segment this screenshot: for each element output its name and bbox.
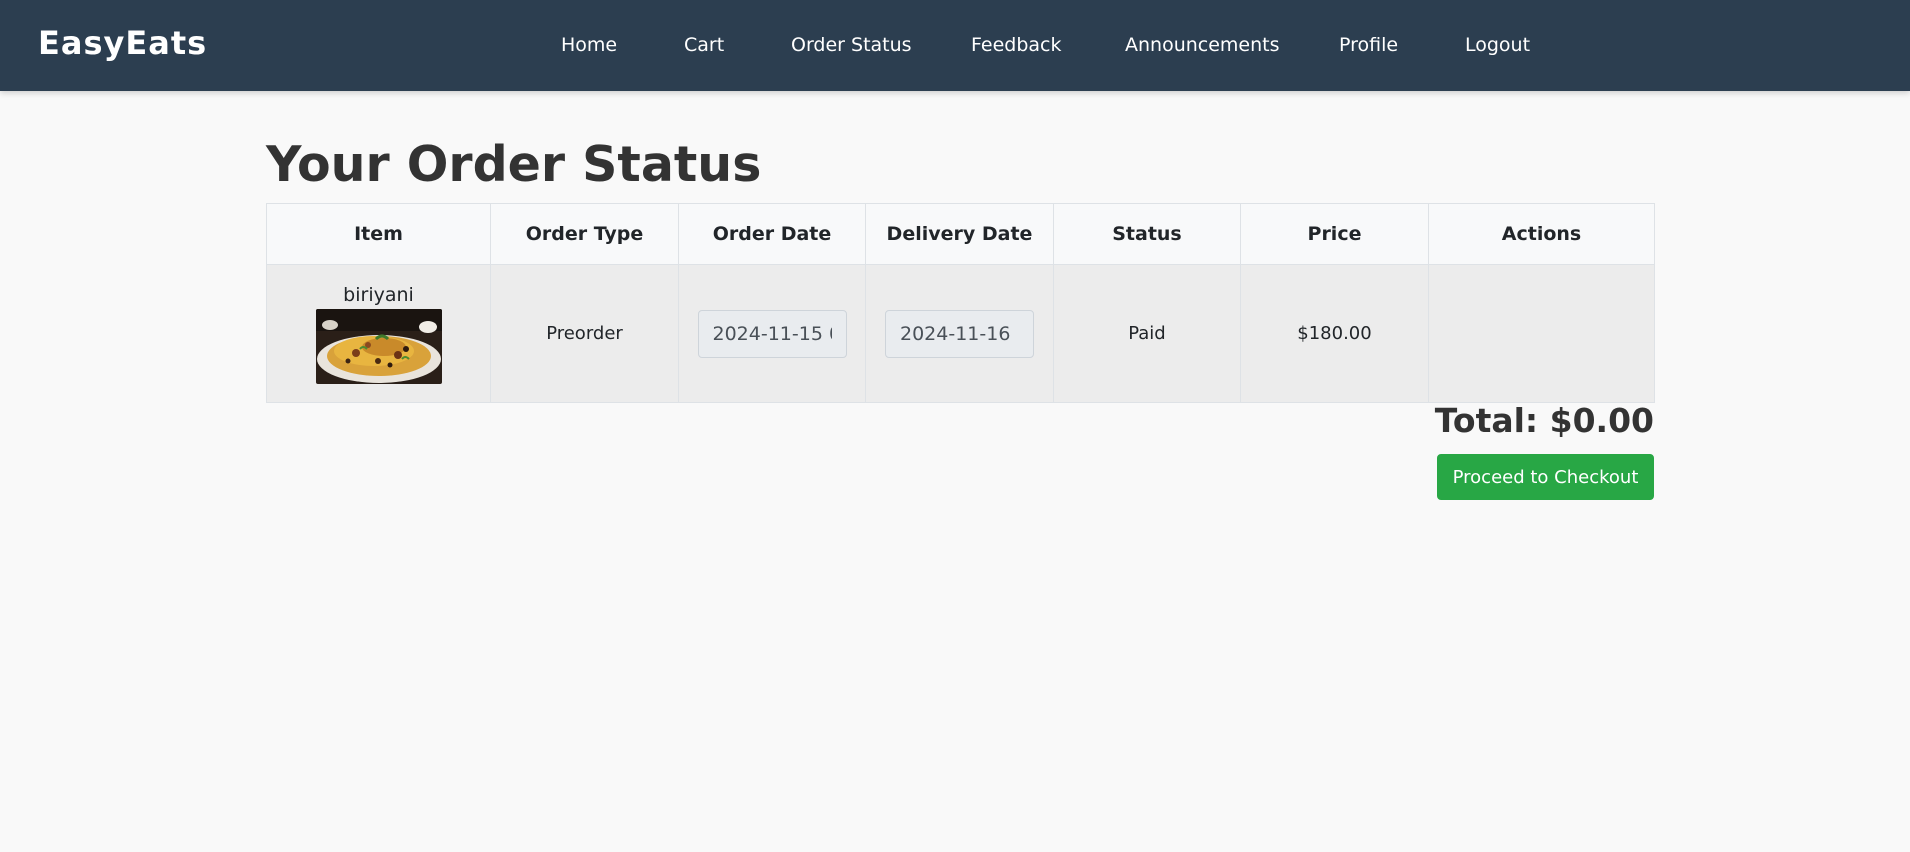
cell-order-date <box>678 264 866 403</box>
cell-item: biriyani <box>266 264 491 403</box>
cell-price: $180.00 <box>1240 264 1429 403</box>
order-status-table: Item Order Type Order Date Delivery Date… <box>266 203 1655 403</box>
order-total: Total: $0.00 <box>1434 401 1654 440</box>
nav-profile[interactable]: Profile <box>1339 34 1398 56</box>
table-header-row: Item Order Type Order Date Delivery Date… <box>266 203 1655 265</box>
col-header-delivery-date: Delivery Date <box>865 203 1054 265</box>
item-name: biriyani <box>343 283 414 306</box>
table-row: biriyani Preorder 2024-11-15 0 2024-11-1… <box>266 264 1655 403</box>
nav-home[interactable]: Home <box>561 34 617 56</box>
cell-delivery-date <box>865 264 1054 403</box>
biriyani-food-image <box>315 308 442 384</box>
col-header-price: Price <box>1240 203 1429 265</box>
col-header-status: Status <box>1053 203 1241 265</box>
col-header-actions: Actions <box>1428 203 1655 265</box>
cell-actions <box>1428 264 1655 403</box>
nav-links: Home Cart Order Status Feedback Announce… <box>0 34 1910 60</box>
cell-order-type: Preorder <box>490 264 679 403</box>
proceed-to-checkout-button[interactable]: Proceed to Checkout <box>1437 454 1654 500</box>
cell-status: Paid <box>1053 264 1241 403</box>
nav-feedback[interactable]: Feedback <box>971 34 1061 56</box>
delivery-date-field[interactable] <box>885 309 1034 358</box>
order-date-field[interactable] <box>697 309 847 358</box>
page-title: Your Order Status <box>266 136 762 193</box>
col-header-order-type: Order Type <box>490 203 679 265</box>
nav-logout[interactable]: Logout <box>1465 34 1530 56</box>
col-header-order-date: Order Date <box>678 203 866 265</box>
nav-cart[interactable]: Cart <box>684 34 724 56</box>
top-navbar: EasyEats Home Cart Order Status Feedback… <box>0 0 1910 91</box>
nav-announcements[interactable]: Announcements <box>1125 34 1280 56</box>
col-header-item: Item <box>266 203 491 265</box>
nav-order-status[interactable]: Order Status <box>791 34 912 56</box>
